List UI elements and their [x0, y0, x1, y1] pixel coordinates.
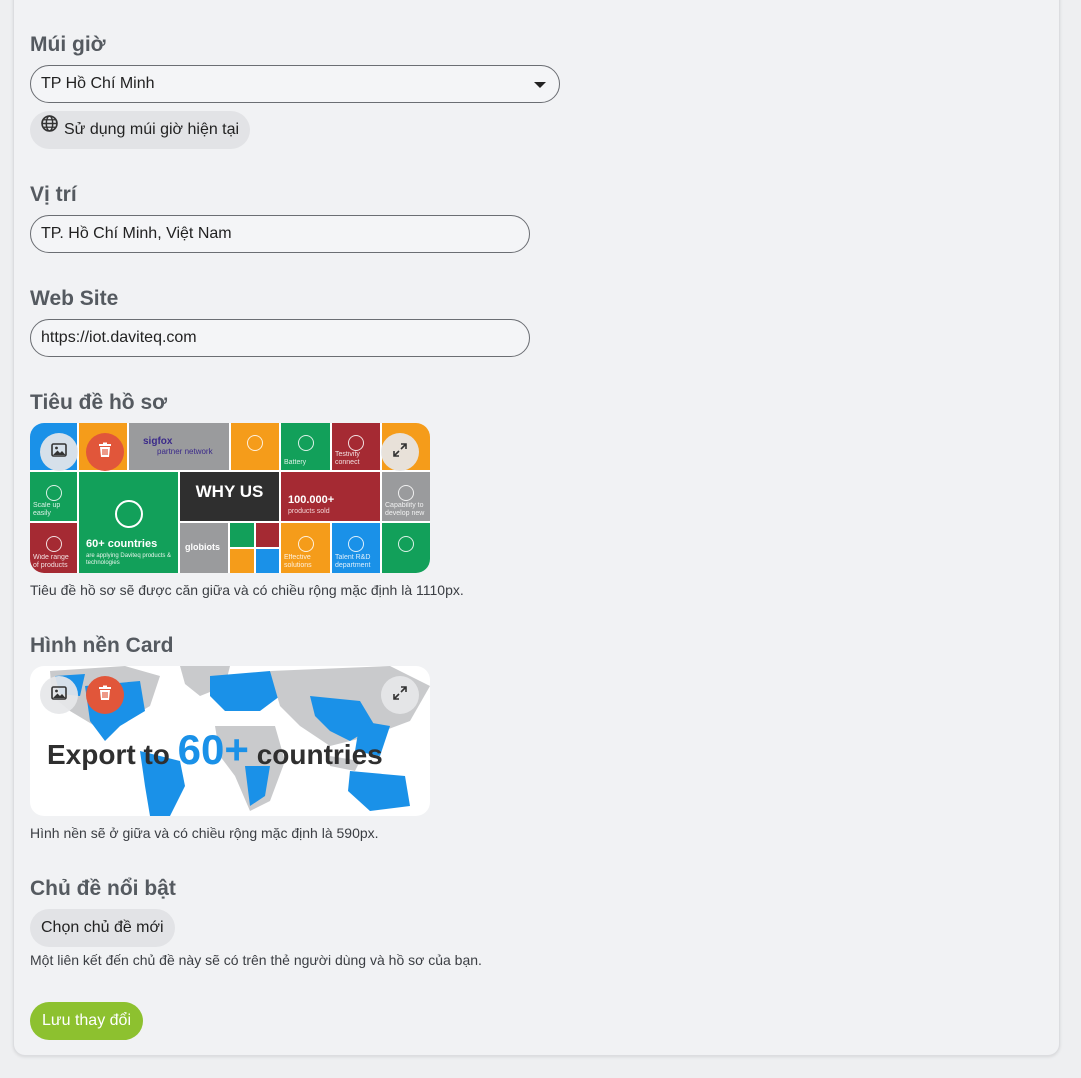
- choose-topic-button[interactable]: Chọn chủ đề mới: [30, 909, 175, 947]
- card-background-image: Export to 60+ countries: [30, 666, 430, 816]
- use-current-timezone-label: Sử dụng múi giờ hiện tại: [64, 121, 240, 138]
- header-tile: [230, 549, 254, 573]
- header-tile: Battery: [281, 423, 330, 470]
- why-us-tile: WHY US: [180, 472, 279, 521]
- use-current-timezone-button[interactable]: Sử dụng múi giờ hiện tại: [30, 109, 251, 149]
- feature-icon: [398, 536, 414, 552]
- feature-icon: [297, 434, 314, 451]
- header-tile: [230, 523, 254, 547]
- expand-icon: [393, 685, 407, 705]
- expand-card-image-button[interactable]: [381, 676, 419, 714]
- export-title: Export to 60+ countries: [47, 726, 383, 774]
- header-tile: Talent R&D department: [332, 523, 380, 573]
- profile-header-help: Tiêu đề hồ sơ sẽ được căn giữa và có chi…: [30, 582, 464, 598]
- feature-icon: [297, 536, 314, 552]
- feature-icon: [45, 484, 62, 501]
- timezone-value: TP Hồ Chí Minh: [41, 75, 155, 92]
- featured-topic-label: Chủ đề nổi bật: [30, 877, 176, 900]
- tile-caption: Testivity connect: [335, 451, 360, 466]
- timezone-label: Múi giờ: [30, 33, 106, 56]
- header-tile: [256, 549, 279, 573]
- delete-card-image-button[interactable]: [86, 676, 124, 714]
- export-countries: countries: [256, 739, 383, 770]
- tile-caption: Battery: [284, 459, 307, 466]
- save-changes-button[interactable]: Lưu thay đổi: [30, 1002, 143, 1040]
- feature-icon: [247, 434, 263, 451]
- expand-icon: [393, 442, 407, 462]
- delete-header-image-button[interactable]: [86, 433, 124, 471]
- feature-icon: [45, 536, 62, 552]
- sigfox-tile: sigfox partner network: [129, 423, 229, 470]
- location-value: TP. Hồ Chí Minh, Việt Nam: [41, 225, 232, 242]
- header-tile: Capability to develop new: [382, 472, 430, 521]
- export-number: 60+: [177, 726, 249, 773]
- products-subtext: products sold: [288, 508, 330, 515]
- card-background-label: Hình nền Card: [30, 634, 174, 657]
- feature-icon: [398, 484, 414, 501]
- header-tile: Testivity connect: [332, 423, 380, 470]
- tile-caption: Effective solutions: [284, 554, 312, 569]
- countries-subtext: are applying Daviteq products & technolo…: [86, 553, 172, 566]
- image-icon: [51, 685, 67, 706]
- location-label: Vị trí: [30, 183, 77, 206]
- header-tile: Scale up easily: [30, 472, 77, 521]
- globiots-tile: globiots: [180, 523, 228, 573]
- header-tile: [382, 523, 430, 573]
- card-background-help: Hình nền sẽ ở giữa và có chiều rộng mặc …: [30, 825, 379, 841]
- website-input[interactable]: https://iot.daviteq.com: [30, 319, 530, 357]
- tile-caption: Talent R&D department: [335, 554, 371, 569]
- globiots-text: globiots: [185, 542, 220, 552]
- header-tile: [231, 423, 279, 470]
- profile-header-image: sigfox partner network Battery Testivity…: [30, 423, 430, 573]
- header-tile: Effective solutions: [281, 523, 330, 573]
- change-card-image-button[interactable]: [40, 676, 78, 714]
- featured-topic-help: Một liên kết đến chủ đề này sẽ có trên t…: [30, 952, 482, 968]
- feature-icon: [348, 434, 364, 451]
- profile-header-label: Tiêu đề hồ sơ: [30, 391, 168, 414]
- products-number: 100.000+: [288, 494, 335, 506]
- tile-caption: Scale up easily: [33, 502, 61, 517]
- chevron-down-icon: [534, 82, 546, 88]
- globe-icon: [115, 500, 143, 528]
- website-value: https://iot.daviteq.com: [41, 329, 197, 346]
- sigfox-brand: sigfox: [143, 436, 173, 447]
- tile-caption: Capability to develop new: [385, 502, 425, 517]
- export-text: Export to: [47, 739, 170, 770]
- products-tile: 100.000+ products sold: [281, 472, 380, 521]
- tile-caption: Wide range of products: [33, 554, 69, 569]
- trash-icon: [98, 685, 112, 706]
- change-header-image-button[interactable]: [40, 433, 78, 471]
- header-tile: Wide range of products: [30, 523, 77, 573]
- image-icon: [51, 442, 67, 463]
- location-input[interactable]: TP. Hồ Chí Minh, Việt Nam: [30, 215, 530, 253]
- trash-icon: [98, 442, 112, 463]
- feature-icon: [348, 536, 364, 552]
- why-us-text: WHY US: [195, 482, 264, 501]
- countries-text: 60+ countries: [86, 538, 158, 550]
- website-label: Web Site: [30, 287, 119, 310]
- globe-icon: [41, 109, 58, 147]
- countries-tile: 60+ countries are applying Daviteq produ…: [79, 472, 178, 573]
- header-tile: [256, 523, 279, 547]
- sigfox-subtitle: partner network: [157, 447, 213, 456]
- expand-header-image-button[interactable]: [381, 433, 419, 471]
- timezone-select[interactable]: TP Hồ Chí Minh: [30, 65, 560, 103]
